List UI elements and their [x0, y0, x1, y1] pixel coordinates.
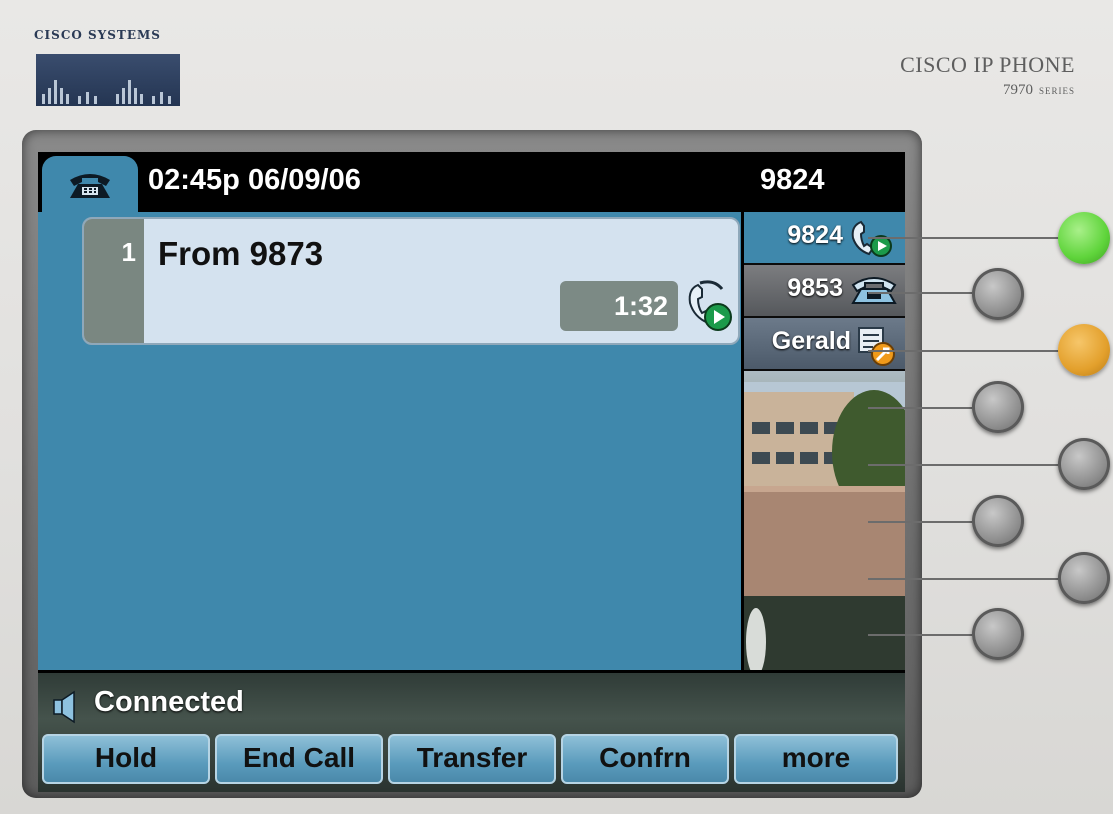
- line-label: Gerald: [771, 327, 851, 355]
- lead-line: [868, 237, 1068, 239]
- softkey-label: more: [781, 742, 851, 773]
- line-5-hardware-button[interactable]: [1058, 438, 1110, 490]
- connected-handset-icon: [688, 280, 732, 331]
- cisco-logo: CISCO SYSTEMS: [34, 28, 184, 108]
- phone-screen: 02:45p 06/09/06 9824 1 From 9873 1:32 98…: [38, 152, 905, 792]
- lead-line: [868, 521, 978, 523]
- line-panel: 9824 9853 Gerald: [744, 212, 905, 670]
- lead-line: [868, 578, 1068, 580]
- softkey-label: End Call: [242, 742, 355, 773]
- lead-line: [868, 350, 1068, 352]
- model-title: CISCO IP PHONE: [900, 52, 1075, 77]
- brand-name: CISCO SYSTEMS: [34, 28, 161, 42]
- line-8-hardware-button[interactable]: [972, 608, 1024, 660]
- call-timer-box: 1:32: [560, 281, 678, 331]
- line-3-hardware-button[interactable]: [1058, 324, 1110, 376]
- line-label: 9853: [787, 274, 843, 302]
- desk-phone-icon: [70, 174, 110, 198]
- end-call-softkey[interactable]: End Call: [215, 734, 383, 784]
- line-7-hardware-button[interactable]: [1058, 552, 1110, 604]
- model-series: SERIES: [1038, 86, 1075, 96]
- status-header: 02:45p 06/09/06 9824: [38, 152, 905, 214]
- line-label: 9824: [787, 221, 843, 249]
- call-index-column: 1: [84, 219, 144, 343]
- more-softkey[interactable]: more: [734, 734, 898, 784]
- status-and-softkeys: Connected Hold End Call Transfer Confrn …: [38, 670, 905, 792]
- lead-line: [868, 464, 1068, 466]
- call-status: Connected: [94, 686, 244, 718]
- line-1-hardware-button[interactable]: [1058, 212, 1110, 264]
- model-number-line: 7970 SERIES: [900, 82, 1075, 99]
- model-label: CISCO IP PHONE 7970 SERIES: [900, 52, 1075, 99]
- background-photo: [744, 382, 905, 670]
- header-extension: 9824: [760, 164, 825, 196]
- divider: [38, 670, 905, 673]
- call-index: 1: [121, 237, 136, 267]
- caller-info: From 9873: [158, 235, 324, 272]
- call-list-area: 1 From 9873 1:32: [38, 212, 741, 670]
- lead-line: [868, 292, 978, 294]
- phone-app-tab[interactable]: [42, 156, 138, 214]
- line-6-hardware-button[interactable]: [972, 495, 1024, 547]
- line-4-hardware-button[interactable]: [972, 381, 1024, 433]
- conference-softkey[interactable]: Confrn: [561, 734, 729, 784]
- active-call-card[interactable]: 1 From 9873 1:32: [82, 217, 740, 345]
- call-duration: 1:32: [613, 291, 668, 321]
- lead-line: [868, 634, 978, 636]
- speaker-icon: [53, 690, 75, 724]
- cisco-bridge-logo-icon: [36, 54, 180, 106]
- speed-dial-gerald[interactable]: Gerald: [744, 318, 905, 371]
- date-time: 02:45p 06/09/06: [148, 164, 361, 196]
- softkey-label: Hold: [94, 742, 158, 773]
- hold-softkey[interactable]: Hold: [42, 734, 210, 784]
- model-number: 7970: [1002, 82, 1033, 98]
- softkey-bar: Hold End Call Transfer Confrn more: [42, 734, 900, 786]
- lead-line: [868, 407, 978, 409]
- softkey-label: Confrn: [599, 742, 691, 773]
- desk-phone-icon: [851, 277, 897, 304]
- transfer-softkey[interactable]: Transfer: [388, 734, 556, 784]
- speed-dial-icon: [858, 327, 895, 366]
- softkey-label: Transfer: [416, 742, 528, 773]
- line-2-hardware-button[interactable]: [972, 268, 1024, 320]
